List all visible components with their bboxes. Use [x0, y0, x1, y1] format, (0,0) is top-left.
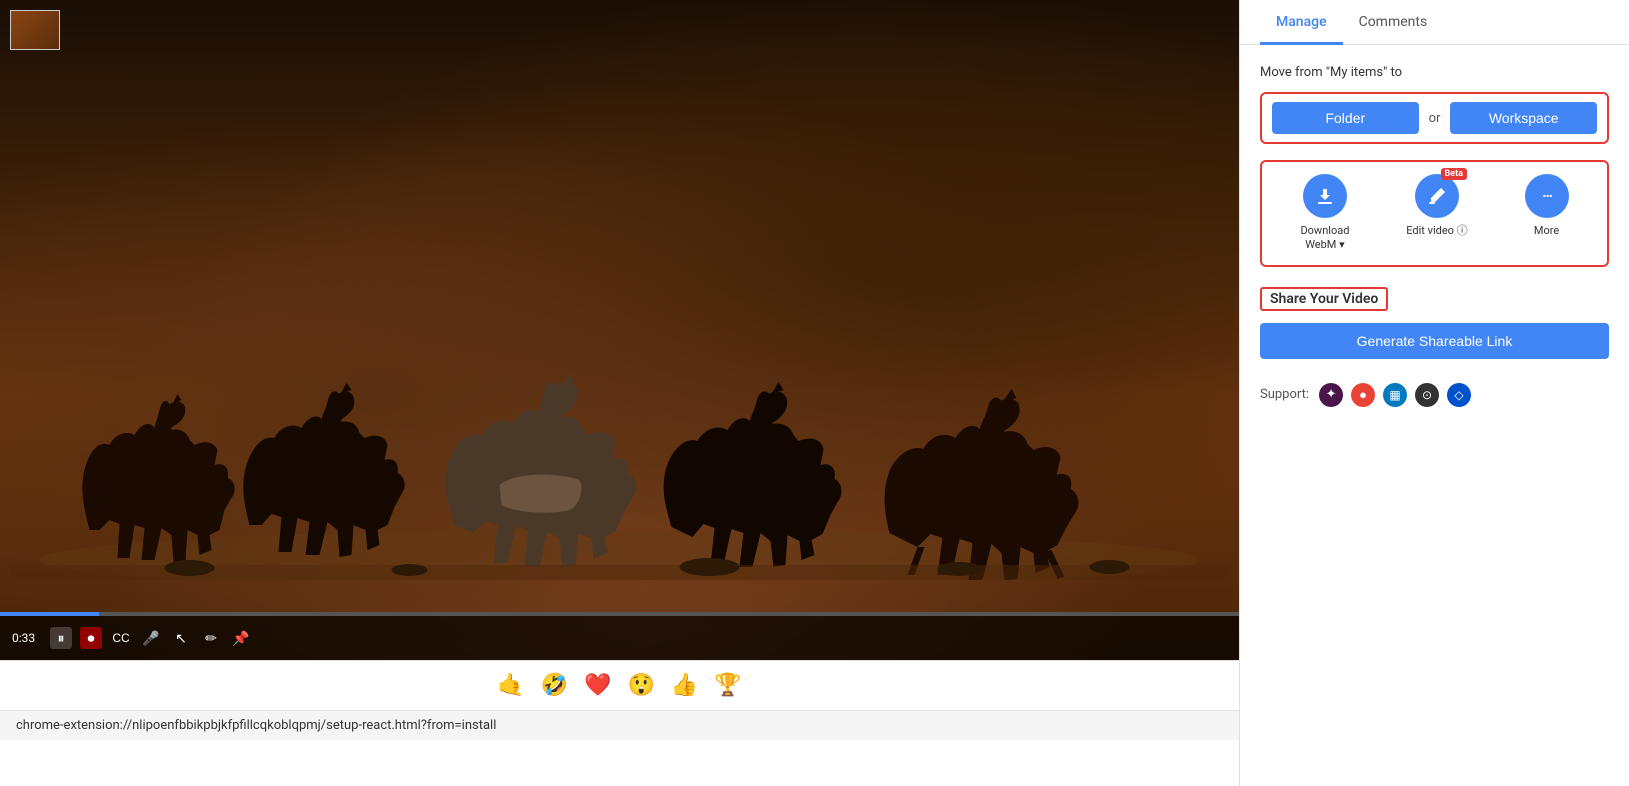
emoji-wow[interactable]: 😲 — [628, 673, 655, 698]
sidebar-tabs: Manage Comments — [1240, 0, 1629, 45]
emoji-thumbsup[interactable]: 👍 — [671, 673, 698, 698]
emoji-hand[interactable]: 🤙 — [497, 673, 524, 698]
edit-video-label: Edit video ⓘ — [1406, 224, 1467, 238]
share-section: Share Your Video Generate Shareable Link — [1260, 287, 1609, 359]
tab-comments[interactable]: Comments — [1343, 0, 1444, 45]
download-label: DownloadWebM ▾ — [1300, 224, 1349, 253]
move-label: Move from "My items" to — [1260, 65, 1609, 80]
support-icon-github[interactable]: ⊙ — [1415, 383, 1439, 407]
more-icon-circle: ··· — [1525, 174, 1569, 218]
more-action[interactable]: ··· More — [1525, 174, 1569, 238]
draw-button[interactable]: ✏ — [200, 627, 222, 649]
emoji-laugh[interactable]: 🤣 — [541, 673, 568, 698]
tab-manage[interactable]: Manage — [1260, 0, 1343, 45]
video-thumbnail-corner[interactable] — [10, 10, 60, 50]
caption-button[interactable]: CC — [110, 627, 132, 649]
annotation-button[interactable]: 📌 — [230, 627, 252, 649]
support-label: Support: — [1260, 387, 1309, 402]
emoji-heart[interactable]: ❤️ — [584, 673, 611, 698]
download-action[interactable]: DownloadWebM ▾ — [1300, 174, 1349, 253]
share-title: Share Your Video — [1260, 287, 1388, 311]
download-icon — [1315, 186, 1335, 206]
workspace-button[interactable]: Workspace — [1450, 102, 1597, 134]
url-bar: chrome-extension://nlipoenfbbikpbjkfpfil… — [0, 710, 1239, 740]
support-icon-google[interactable]: ● — [1351, 383, 1375, 407]
emoji-trophy[interactable]: 🏆 — [714, 673, 741, 698]
move-buttons-box: Folder or Workspace — [1260, 92, 1609, 144]
edit-video-icon — [1427, 186, 1447, 206]
action-buttons-box: DownloadWebM ▾ Beta Edit video ⓘ ··· — [1260, 160, 1609, 267]
or-separator: or — [1429, 111, 1441, 126]
video-container: 0:33 ⏸ ⏺ CC 🎤 ↖ ✏ 📌 — [0, 0, 1239, 660]
sidebar-panel: Manage Comments Move from "My items" to … — [1239, 0, 1629, 786]
url-text: chrome-extension://nlipoenfbbikpbjkfpfil… — [16, 718, 496, 733]
sidebar-manage-content: Move from "My items" to Folder or Worksp… — [1240, 45, 1629, 786]
folder-button[interactable]: Folder — [1272, 102, 1419, 134]
video-background — [0, 0, 1239, 660]
record-button[interactable]: ⏺ — [80, 627, 102, 649]
mic-button[interactable]: 🎤 — [140, 627, 162, 649]
edit-icon-circle: Beta — [1415, 174, 1459, 218]
video-controls-bar: 0:33 ⏸ ⏺ CC 🎤 ↖ ✏ 📌 — [0, 616, 1239, 660]
edit-video-action[interactable]: Beta Edit video ⓘ — [1406, 174, 1467, 238]
download-icon-circle — [1303, 174, 1347, 218]
pause-button[interactable]: ⏸ — [50, 627, 72, 649]
horses-silhouette — [0, 330, 1239, 580]
emoji-reaction-bar: 🤙 🤣 ❤️ 😲 👍 🏆 — [0, 660, 1239, 710]
more-label: More — [1534, 224, 1559, 238]
video-time: 0:33 — [12, 631, 42, 645]
video-section: 0:33 ⏸ ⏺ CC 🎤 ↖ ✏ 📌 🤙 🤣 ❤️ 😲 👍 🏆 chrome-… — [0, 0, 1239, 786]
beta-badge: Beta — [1441, 168, 1467, 180]
support-icon-jira[interactable]: ◇ — [1447, 383, 1471, 407]
support-row: Support: ✦ ● ▦ ⊙ ◇ — [1260, 375, 1609, 407]
generate-link-button[interactable]: Generate Shareable Link — [1260, 323, 1609, 359]
cursor-button[interactable]: ↖ — [170, 627, 192, 649]
support-icon-slack[interactable]: ✦ — [1319, 383, 1343, 407]
support-icons: ✦ ● ▦ ⊙ ◇ — [1319, 383, 1471, 407]
support-icon-trello[interactable]: ▦ — [1383, 383, 1407, 407]
